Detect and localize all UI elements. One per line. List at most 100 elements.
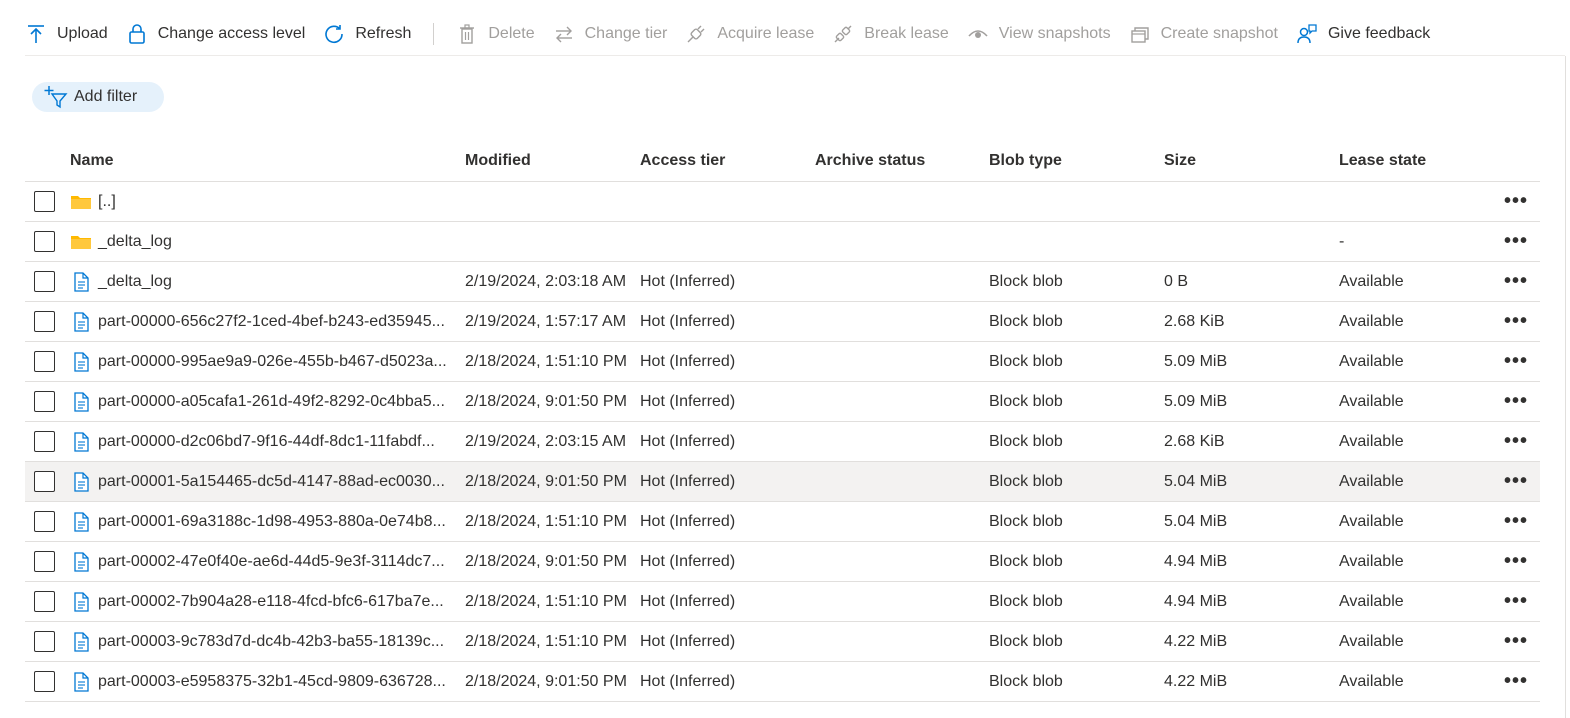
- row-checkbox-cell: [25, 391, 70, 412]
- create-snapshot-button[interactable]: Create snapshot: [1129, 14, 1278, 54]
- row-checkbox-cell: [25, 551, 70, 572]
- more-options-button[interactable]: •••: [1494, 350, 1538, 373]
- column-header-blob-type[interactable]: Blob type: [989, 152, 1164, 170]
- upload-label: Upload: [57, 25, 108, 42]
- break-lease-label: Break lease: [864, 25, 949, 42]
- more-options-button[interactable]: •••: [1494, 630, 1538, 653]
- refresh-icon: [323, 23, 345, 45]
- lease-state-cell: Available: [1339, 472, 1404, 490]
- modified-cell: 2/19/2024, 1:57:17 AM: [465, 312, 627, 330]
- table-row[interactable]: part-00000-995ae9a9-026e-455b-b467-d5023…: [25, 342, 1540, 382]
- refresh-button[interactable]: Refresh: [323, 14, 411, 54]
- blob-name-link[interactable]: [..]: [98, 193, 116, 211]
- name-cell: part-00003-9c783d7d-dc4b-42b3-ba55-18139…: [70, 631, 465, 653]
- more-options-button[interactable]: •••: [1494, 270, 1538, 293]
- table-row[interactable]: part-00002-7b904a28-e118-4fcd-bfc6-617ba…: [25, 582, 1540, 622]
- blob-name-link[interactable]: _delta_log: [98, 273, 172, 291]
- row-checkbox[interactable]: [34, 351, 55, 372]
- blob-name-link[interactable]: part-00001-69a3188c-1d98-4953-880a-0e74b…: [98, 513, 446, 531]
- blob-name-link[interactable]: part-00000-656c27f2-1ced-4bef-b243-ed359…: [98, 313, 445, 331]
- blob-name-link[interactable]: part-00002-7b904a28-e118-4fcd-bfc6-617ba…: [98, 593, 444, 611]
- blob-name-link[interactable]: part-00003-e5958375-32b1-45cd-9809-63672…: [98, 673, 446, 691]
- table-row[interactable]: part-00001-69a3188c-1d98-4953-880a-0e74b…: [25, 502, 1540, 542]
- change-access-level-button[interactable]: Change access level: [126, 14, 305, 54]
- table-row[interactable]: part-00002-47e0f40e-ae6d-44d5-9e3f-3114d…: [25, 542, 1540, 582]
- row-checkbox[interactable]: [34, 511, 55, 532]
- table-row[interactable]: part-00000-656c27f2-1ced-4bef-b243-ed359…: [25, 302, 1540, 342]
- row-checkbox[interactable]: [34, 271, 55, 292]
- more-options-button[interactable]: •••: [1494, 670, 1538, 693]
- row-checkbox[interactable]: [34, 551, 55, 572]
- blob-name-link[interactable]: part-00002-47e0f40e-ae6d-44d5-9e3f-3114d…: [98, 553, 445, 571]
- row-checkbox[interactable]: [34, 311, 55, 332]
- more-options-button[interactable]: •••: [1494, 510, 1538, 533]
- acquire-lease-label: Acquire lease: [717, 25, 815, 42]
- more-options-button[interactable]: •••: [1494, 470, 1538, 493]
- row-checkbox[interactable]: [34, 591, 55, 612]
- name-cell: part-00002-7b904a28-e118-4fcd-bfc6-617ba…: [70, 591, 465, 613]
- more-options-button[interactable]: •••: [1494, 590, 1538, 613]
- table-row[interactable]: part-00003-e5958375-32b1-45cd-9809-63672…: [25, 662, 1540, 702]
- more-options-button[interactable]: •••: [1494, 310, 1538, 333]
- table-row[interactable]: part-00000-a05cafa1-261d-49f2-8292-0c4bb…: [25, 382, 1540, 422]
- blob-name-link[interactable]: part-00000-a05cafa1-261d-49f2-8292-0c4bb…: [98, 393, 445, 411]
- row-checkbox[interactable]: [34, 671, 55, 692]
- more-options-button[interactable]: •••: [1494, 230, 1538, 253]
- row-checkbox[interactable]: [34, 231, 55, 252]
- row-checkbox[interactable]: [34, 431, 55, 452]
- row-checkbox-cell: [25, 271, 70, 292]
- blob-name-link[interactable]: part-00000-995ae9a9-026e-455b-b467-d5023…: [98, 353, 447, 371]
- column-header-size[interactable]: Size: [1164, 152, 1339, 170]
- blob-name-link[interactable]: part-00001-5a154465-dc5d-4147-88ad-ec003…: [98, 473, 445, 491]
- row-checkbox[interactable]: [34, 471, 55, 492]
- table-row[interactable]: [..] •••: [25, 182, 1540, 222]
- file-icon: [70, 591, 92, 613]
- column-header-lease-state[interactable]: Lease state: [1339, 152, 1494, 170]
- more-options-button[interactable]: •••: [1494, 550, 1538, 573]
- column-header-modified[interactable]: Modified: [465, 152, 640, 170]
- view-snapshots-button[interactable]: View snapshots: [967, 14, 1111, 54]
- row-checkbox[interactable]: [34, 191, 55, 212]
- name-cell: part-00000-995ae9a9-026e-455b-b467-d5023…: [70, 351, 465, 373]
- blob-name-link[interactable]: part-00000-d2c06bd7-9f16-44df-8dc1-11fab…: [98, 433, 435, 451]
- access-tier-cell: Hot (Inferred): [640, 312, 736, 330]
- size-cell: 4.94 MiB: [1164, 592, 1228, 610]
- toolbar-divider: [433, 23, 435, 45]
- column-header-name[interactable]: Name: [70, 152, 465, 170]
- more-options-button[interactable]: •••: [1494, 430, 1538, 453]
- row-checkbox[interactable]: [34, 391, 55, 412]
- change-tier-button[interactable]: Change tier: [553, 14, 667, 54]
- add-filter-label: Add filter: [74, 88, 138, 105]
- file-icon: [70, 511, 92, 533]
- toolbar-divider-line: [25, 55, 1565, 56]
- blob-name-link[interactable]: _delta_log: [98, 233, 172, 251]
- add-filter-button[interactable]: Add filter: [32, 82, 164, 112]
- table-row[interactable]: _delta_log - •••: [25, 222, 1540, 262]
- blob-name-link[interactable]: part-00003-9c783d7d-dc4b-42b3-ba55-18139…: [98, 633, 444, 651]
- table-row[interactable]: _delta_log 2/19/2024, 2:03:18 AM Hot (Infe…: [25, 262, 1540, 302]
- table-row[interactable]: part-00003-9c783d7d-dc4b-42b3-ba55-18139…: [25, 622, 1540, 662]
- upload-button[interactable]: Upload: [25, 14, 108, 54]
- unplug-icon: [832, 23, 854, 45]
- column-header-access-tier[interactable]: Access tier: [640, 152, 815, 170]
- size-cell: 5.04 MiB: [1164, 472, 1228, 490]
- name-cell: [..]: [70, 191, 465, 213]
- lock-icon: [126, 23, 148, 45]
- delete-button[interactable]: Delete: [456, 14, 535, 54]
- name-cell: part-00000-656c27f2-1ced-4bef-b243-ed359…: [70, 311, 465, 333]
- eye-icon: [967, 23, 989, 45]
- acquire-lease-button[interactable]: Acquire lease: [685, 14, 814, 54]
- lease-state-cell: Available: [1339, 312, 1404, 330]
- table-row[interactable]: part-00001-5a154465-dc5d-4147-88ad-ec003…: [25, 462, 1540, 502]
- file-icon: [70, 671, 92, 693]
- column-header-archive-status[interactable]: Archive status: [815, 152, 989, 170]
- break-lease-button[interactable]: Break lease: [832, 14, 949, 54]
- more-options-button[interactable]: •••: [1494, 390, 1538, 413]
- modified-cell: 2/18/2024, 9:01:50 PM: [465, 472, 627, 490]
- give-feedback-label: Give feedback: [1327, 25, 1431, 42]
- table-row[interactable]: part-00000-d2c06bd7-9f16-44df-8dc1-11fab…: [25, 422, 1540, 462]
- more-options-button[interactable]: •••: [1494, 190, 1538, 213]
- modified-cell: 2/19/2024, 2:03:15 AM: [465, 432, 627, 450]
- give-feedback-button[interactable]: Give feedback: [1296, 14, 1430, 54]
- row-checkbox[interactable]: [34, 631, 55, 652]
